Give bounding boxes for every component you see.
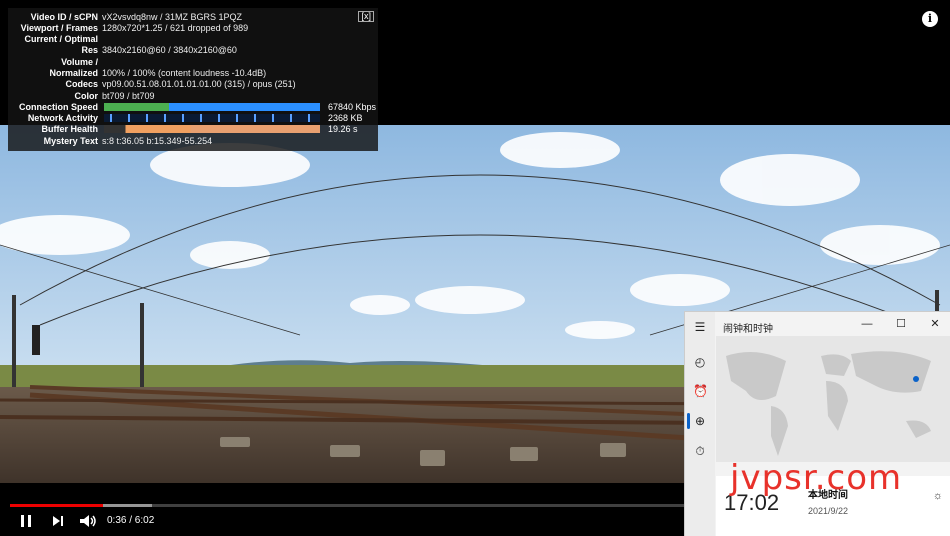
minimize-button[interactable]: — [857,316,877,332]
stats-row-volume: Volume / [8,57,378,68]
close-button[interactable]: ✕ [925,316,945,332]
watermark-logo: jvpsr.com [730,458,903,498]
stats-value: 19.26 s [328,124,358,134]
stats-value: vX2vsvdq8nw / 31MZ BGRS 1PQZ [102,12,243,22]
connection-speed-graph [104,103,320,111]
stats-row-video-id: Video ID / sCPN vX2vsvdq8nw / 31MZ BGRS … [8,12,378,23]
world-clock-icon[interactable]: ⊕ [693,414,707,428]
stats-row-color: Color bt709 / bt709 [8,91,378,102]
stats-value: vp09.00.51.08.01.01.01.01.00 (315) / opu… [102,79,296,89]
buffer-health-graph [104,125,320,133]
stats-label: Color [74,91,99,101]
stats-value: 67840 Kbps [328,102,377,112]
menu-icon[interactable]: ☰ [693,320,707,334]
clock-app-window[interactable]: ☰ ◴ ⏰ ⊕ ⏱ 闹钟和时钟 — ☐ ✕ 17:02 本地时间 2021/9/… [684,311,950,536]
world-map-image [716,336,950,462]
stats-label: Res [81,45,98,55]
timer-icon[interactable]: ◴ [693,355,707,369]
nav-selection-indicator [687,413,690,429]
stopwatch-icon[interactable]: ⏱ [693,444,707,458]
stats-row-network-activity: Network Activity 2368 KB [8,113,378,124]
stats-label: Volume / [61,57,98,67]
stats-row-normalized: Normalized 100% / 100% (content loudness… [8,68,378,79]
sun-icon: ☼ [932,490,943,502]
stats-row-viewport: Viewport / Frames 1280x720*1.25 / 621 dr… [8,23,378,34]
played-bar [10,504,103,507]
stats-label: Mystery Text [43,136,98,146]
stats-label: Viewport / Frames [20,23,98,33]
world-map[interactable] [716,336,950,462]
stats-value: s:8 t:36.05 b:15.349-55.254 [102,136,213,146]
stats-row-buffer-health: Buffer Health 19.26 s [8,124,378,135]
stats-label: Connection Speed [18,102,98,112]
stats-value: 2368 KB [328,113,363,123]
stats-value: 100% / 100% (content loudness -10.4dB) [102,68,267,78]
volume-icon [80,515,96,527]
stats-label: Normalized [49,68,98,78]
volume-button[interactable] [78,511,98,531]
stats-value: 3840x2160@60 / 3840x2160@60 [102,45,237,55]
stats-value: bt709 / bt709 [102,91,155,101]
stats-row-connection-speed: Connection Speed 67840 Kbps [8,102,378,113]
info-icon[interactable]: i [922,11,938,27]
stats-row-codecs: Codecs vp09.00.51.08.01.01.01.01.00 (315… [8,79,378,90]
stats-row-res: Res 3840x2160@60 / 3840x2160@60 [8,45,378,56]
stats-for-nerds-panel: [x] Video ID / sCPN vX2vsvdq8nw / 31MZ B… [8,8,378,151]
pause-icon [21,515,31,527]
time-display: 0:36 / 6:02 [107,515,155,526]
app-title: 闹钟和时钟 [723,324,773,335]
pause-button[interactable] [18,511,34,531]
stats-label: Codecs [65,79,98,89]
next-button[interactable] [50,511,66,531]
stats-row-current-optimal: Current / Optimal [8,34,378,45]
local-date: 2021/9/22 [808,506,849,516]
next-icon [53,516,63,526]
stats-row-mystery-text: Mystery Text s:8 t:36.05 b:15.349-55.254 [8,136,378,147]
network-activity-graph [104,114,320,122]
nav-rail: ☰ ◴ ⏰ ⊕ ⏱ [685,312,715,536]
stats-label: Current / Optimal [24,34,98,44]
stats-value: 1280x720*1.25 / 621 dropped of 989 [102,23,249,33]
alarm-icon[interactable]: ⏰ [693,384,708,398]
stats-label: Network Activity [27,113,98,123]
location-pin-icon [913,376,919,382]
maximize-button[interactable]: ☐ [891,316,911,332]
stats-label: Buffer Health [41,124,98,134]
stats-label: Video ID / sCPN [30,12,98,22]
